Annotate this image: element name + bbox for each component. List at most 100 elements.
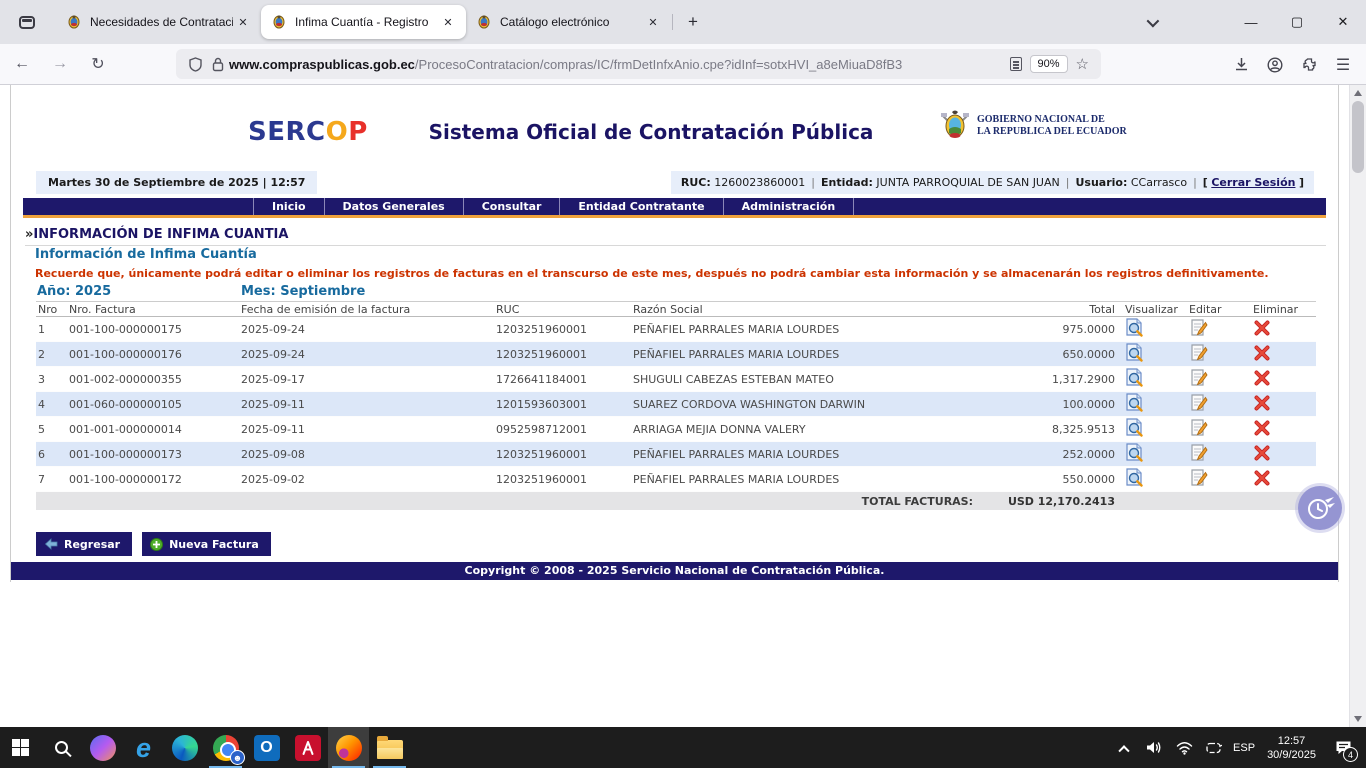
logout-link[interactable]: Cerrar Sesión [1211, 176, 1295, 189]
year-value: Año: 2025 [37, 284, 241, 299]
forward-button[interactable]: → [44, 48, 76, 80]
visualizar-icon[interactable] [1125, 468, 1144, 487]
eliminar-icon[interactable] [1253, 419, 1272, 438]
eliminar-icon[interactable] [1253, 444, 1272, 463]
ruc-label: RUC: [681, 176, 711, 189]
cell-fecha: 2025-09-08 [241, 448, 496, 461]
downloads-icon[interactable] [1224, 49, 1258, 81]
minimize-button[interactable]: — [1228, 0, 1274, 44]
editar-icon[interactable] [1189, 468, 1208, 487]
url-bar[interactable]: www.compraspublicas.gob.ec/ProcesoContra… [176, 49, 1101, 79]
col-eliminar: Eliminar [1253, 303, 1316, 316]
eliminar-icon[interactable] [1253, 319, 1272, 338]
visualizar-icon[interactable] [1125, 318, 1144, 337]
nueva-factura-button[interactable]: Nueva Factura [142, 532, 271, 556]
file-explorer-button[interactable] [369, 727, 410, 768]
lock-icon[interactable] [212, 57, 224, 72]
back-button[interactable]: ← [6, 48, 38, 80]
visualizar-icon[interactable] [1125, 343, 1144, 362]
visualizar-icon[interactable] [1125, 368, 1144, 387]
eliminar-icon[interactable] [1253, 344, 1272, 363]
visualizar-icon[interactable] [1125, 418, 1144, 437]
reader-mode-icon[interactable] [1010, 57, 1022, 71]
extensions-icon[interactable] [1292, 49, 1326, 81]
cell-ruc: 0952598712001 [496, 423, 633, 436]
bookmark-star-icon[interactable]: ☆ [1076, 55, 1089, 73]
notification-center-button[interactable]: 4 [1326, 727, 1360, 768]
menu-hamburger-icon[interactable]: ☰ [1326, 49, 1360, 81]
visualizar-icon[interactable] [1125, 393, 1144, 412]
chrome-button[interactable]: ☻ [205, 727, 246, 768]
edge-button[interactable] [164, 727, 205, 768]
maximize-button[interactable]: ▢ [1274, 0, 1320, 44]
eliminar-icon[interactable] [1253, 369, 1272, 388]
taskbar-clock[interactable]: 12:57 30/9/2025 [1261, 734, 1322, 762]
col-factura: Nro. Factura [69, 303, 241, 316]
editar-icon[interactable] [1189, 393, 1208, 412]
tab-close-icon[interactable]: ✕ [643, 12, 663, 32]
volume-icon[interactable] [1141, 727, 1167, 768]
regresar-button[interactable]: Regresar [36, 532, 132, 556]
nav-inicio[interactable]: Inicio [253, 198, 325, 215]
cell-ruc: 1726641184001 [496, 373, 633, 386]
firefox-view-icon[interactable] [12, 7, 42, 37]
editar-icon[interactable] [1189, 343, 1208, 362]
tab-title: Necesidades de Contratación y [90, 15, 233, 29]
chrome-profile-badge: ☻ [230, 750, 245, 765]
reload-button[interactable]: ↻ [82, 48, 114, 80]
eliminar-icon[interactable] [1253, 394, 1272, 413]
zoom-level-badge[interactable]: 90% [1030, 55, 1068, 73]
visualizar-icon[interactable] [1125, 443, 1144, 462]
shield-icon[interactable] [189, 57, 202, 72]
cell-razon-social: SUAREZ CORDOVA WASHINGTON DARWIN [633, 398, 979, 411]
tab-infima-cuantia[interactable]: Infima Cuantía - Registro ✕ [261, 5, 466, 39]
scrollbar[interactable] [1349, 85, 1366, 727]
scroll-down-icon[interactable] [1354, 716, 1362, 722]
search-button[interactable] [41, 727, 82, 768]
tray-chevron-icon[interactable] [1111, 727, 1137, 768]
start-button[interactable] [0, 727, 41, 768]
copilot-button[interactable] [82, 727, 123, 768]
outlook-button[interactable]: O [246, 727, 287, 768]
ecuador-coat-of-arms [939, 108, 971, 144]
scroll-up-icon[interactable] [1354, 90, 1362, 96]
list-tabs-chevron-icon[interactable] [1136, 7, 1166, 37]
col-razon-social: Razón Social [633, 303, 979, 316]
tab-catalogo[interactable]: Catálogo electrónico ✕ [466, 5, 671, 39]
overlay-clock-widget[interactable] [1298, 486, 1342, 530]
nav-administracion[interactable]: Administración [724, 198, 855, 215]
tab-close-icon[interactable]: ✕ [233, 12, 253, 32]
back-arrow-icon [44, 538, 58, 550]
tab-close-icon[interactable]: ✕ [438, 12, 458, 32]
firefox-button[interactable] [328, 727, 369, 768]
outlook-icon: O [254, 735, 280, 761]
plus-icon [150, 538, 163, 551]
wifi-icon[interactable] [1171, 727, 1197, 768]
acrobat-button[interactable] [287, 727, 328, 768]
editar-icon[interactable] [1189, 418, 1208, 437]
nav-consultar[interactable]: Consultar [464, 198, 561, 215]
clock-time: 12:57 [1267, 734, 1316, 748]
new-tab-button[interactable]: + [679, 8, 707, 36]
account-icon[interactable] [1258, 49, 1292, 81]
language-indicator[interactable]: ESP [1231, 727, 1257, 768]
eliminar-icon[interactable] [1253, 469, 1272, 488]
nav-datos-generales[interactable]: Datos Generales [325, 198, 464, 215]
cell-total: 252.0000 [979, 448, 1119, 461]
tab-necesidades[interactable]: Necesidades de Contratación y ✕ [56, 5, 261, 39]
copilot-icon [90, 735, 116, 761]
datetime-bar: Martes 30 de Septiembre de 2025 | 12:57 [36, 171, 317, 194]
close-window-button[interactable]: ✕ [1320, 0, 1366, 44]
editar-icon[interactable] [1189, 368, 1208, 387]
cell-total: 100.0000 [979, 398, 1119, 411]
editar-icon[interactable] [1189, 443, 1208, 462]
internet-explorer-button[interactable]: e [123, 727, 164, 768]
editar-icon[interactable] [1189, 318, 1208, 337]
scrollbar-thumb[interactable] [1352, 101, 1364, 173]
cell-factura: 001-002-000000355 [69, 373, 241, 386]
table-body: 1 001-100-000000175 2025-09-24 120325196… [36, 317, 1316, 492]
tray-display-icon[interactable] [1201, 727, 1227, 768]
cell-total: 550.0000 [979, 473, 1119, 486]
nav-entidad-contratante[interactable]: Entidad Contratante [560, 198, 723, 215]
firefox-icon [336, 735, 362, 761]
